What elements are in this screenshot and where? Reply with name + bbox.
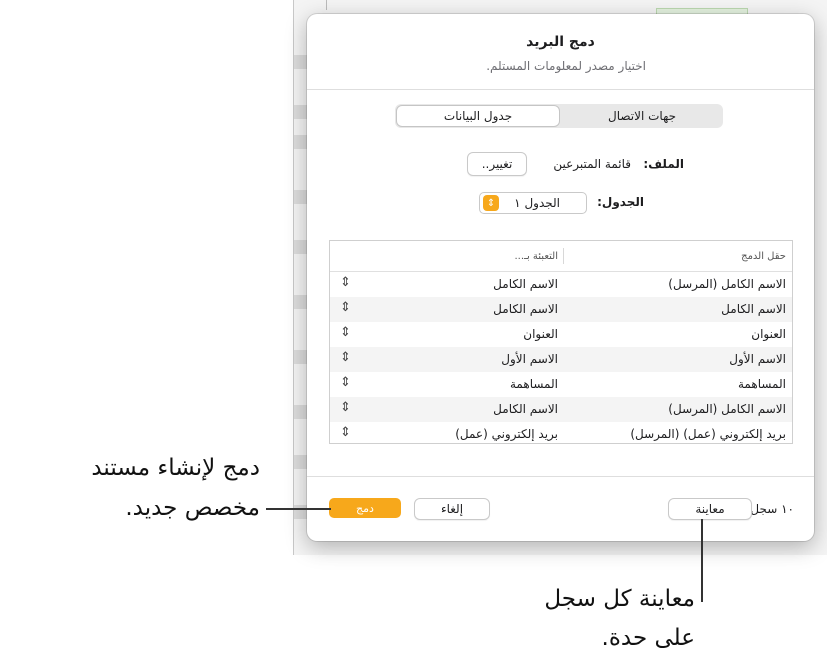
record-count: ١٠ سجل [750, 502, 794, 516]
merge-field-cell: الاسم الكامل (المرسل) [668, 402, 786, 416]
cancel-button[interactable]: إلغاء [414, 498, 490, 520]
table-label: الجدول: [597, 195, 644, 209]
preview-callout-leader [701, 519, 703, 602]
table-row[interactable]: المساهمة المساهمة ⇕ [330, 372, 792, 397]
preview-callout-line2: على حدة. [601, 625, 695, 651]
preview-callout-line1: معاينة كل سجل [544, 586, 695, 612]
table-row[interactable]: الاسم الكامل (المرسل) الاسم الكامل ⇕ [330, 397, 792, 422]
header-divider [307, 89, 814, 90]
fill-with-cell: بريد إلكتروني (عمل) [455, 427, 558, 441]
source-segmented-control: جهات الاتصال جدول البيانات [395, 104, 723, 128]
file-label: الملف: [643, 157, 684, 171]
merge-field-table: حقل الدمج التعبئة بـ... الاسم الكامل (ال… [329, 240, 793, 444]
chevron-updown-icon[interactable]: ⇕ [340, 300, 351, 315]
merge-callout-line2: مخصص جديد. [125, 495, 260, 521]
table-popup-value: الجدول ١ [514, 196, 560, 210]
change-file-button[interactable]: تغيير.. [467, 152, 527, 176]
merge-field-cell: بريد إلكتروني (عمل) (المرسل) [630, 427, 786, 441]
chevron-updown-icon: ⇕ [483, 195, 499, 211]
dialog-subtitle: اختيار مصدر لمعلومات المستلم. [486, 59, 646, 73]
column-header-fill-with: التعبئة بـ... [514, 251, 559, 262]
table-row[interactable]: الاسم الكامل (المرسل) الاسم الكامل ⇕ [330, 272, 792, 297]
preview-button[interactable]: معاينة [668, 498, 752, 520]
mail-merge-sheet: دمج البريد اختيار مصدر لمعلومات المستلم.… [307, 14, 814, 541]
fill-with-cell: العنوان [523, 327, 558, 341]
footer-divider [307, 476, 814, 477]
tab-contacts[interactable]: جهات الاتصال [561, 104, 723, 128]
table-header: حقل الدمج التعبئة بـ... [330, 241, 792, 272]
merge-field-cell: العنوان [751, 327, 786, 341]
merge-field-cell: المساهمة [738, 377, 786, 391]
fill-with-cell: الاسم الكامل [493, 402, 558, 416]
merge-field-cell: الاسم الكامل (المرسل) [668, 277, 786, 291]
merge-callout-line1: دمج لإنشاء مستند [91, 455, 260, 481]
chevron-updown-icon[interactable]: ⇕ [340, 375, 351, 390]
tab-spreadsheet[interactable]: جدول البيانات [397, 106, 559, 126]
fill-with-cell: الاسم الكامل [493, 302, 558, 316]
fill-with-cell: الاسم الأول [501, 352, 558, 366]
merge-callout-leader [266, 508, 331, 510]
column-header-merge-field: حقل الدمج [741, 251, 786, 262]
chevron-updown-icon[interactable]: ⇕ [340, 350, 351, 365]
file-name: قائمة المتبرعين [553, 157, 631, 171]
chevron-updown-icon[interactable]: ⇕ [340, 325, 351, 340]
table-row[interactable]: العنوان العنوان ⇕ [330, 322, 792, 347]
fill-with-cell: المساهمة [510, 377, 558, 391]
table-row[interactable]: بريد إلكتروني (عمل) (المرسل) بريد إلكترو… [330, 422, 792, 443]
merge-button[interactable]: دمج [329, 498, 401, 518]
merge-field-cell: الاسم الكامل [721, 302, 786, 316]
chevron-updown-icon[interactable]: ⇕ [340, 400, 351, 415]
dialog-title: دمج البريد [526, 34, 595, 50]
table-row[interactable]: الاسم الكامل الاسم الكامل ⇕ [330, 297, 792, 322]
chevron-updown-icon[interactable]: ⇕ [340, 275, 351, 290]
chevron-updown-icon[interactable]: ⇕ [340, 425, 351, 440]
column-separator [563, 248, 564, 264]
fill-with-cell: الاسم الكامل [493, 277, 558, 291]
background-ruler-mark [326, 0, 327, 10]
table-popup[interactable]: الجدول ١ ⇕ [479, 192, 587, 214]
table-row[interactable]: الاسم الأول الاسم الأول ⇕ [330, 347, 792, 372]
merge-field-cell: الاسم الأول [729, 352, 786, 366]
